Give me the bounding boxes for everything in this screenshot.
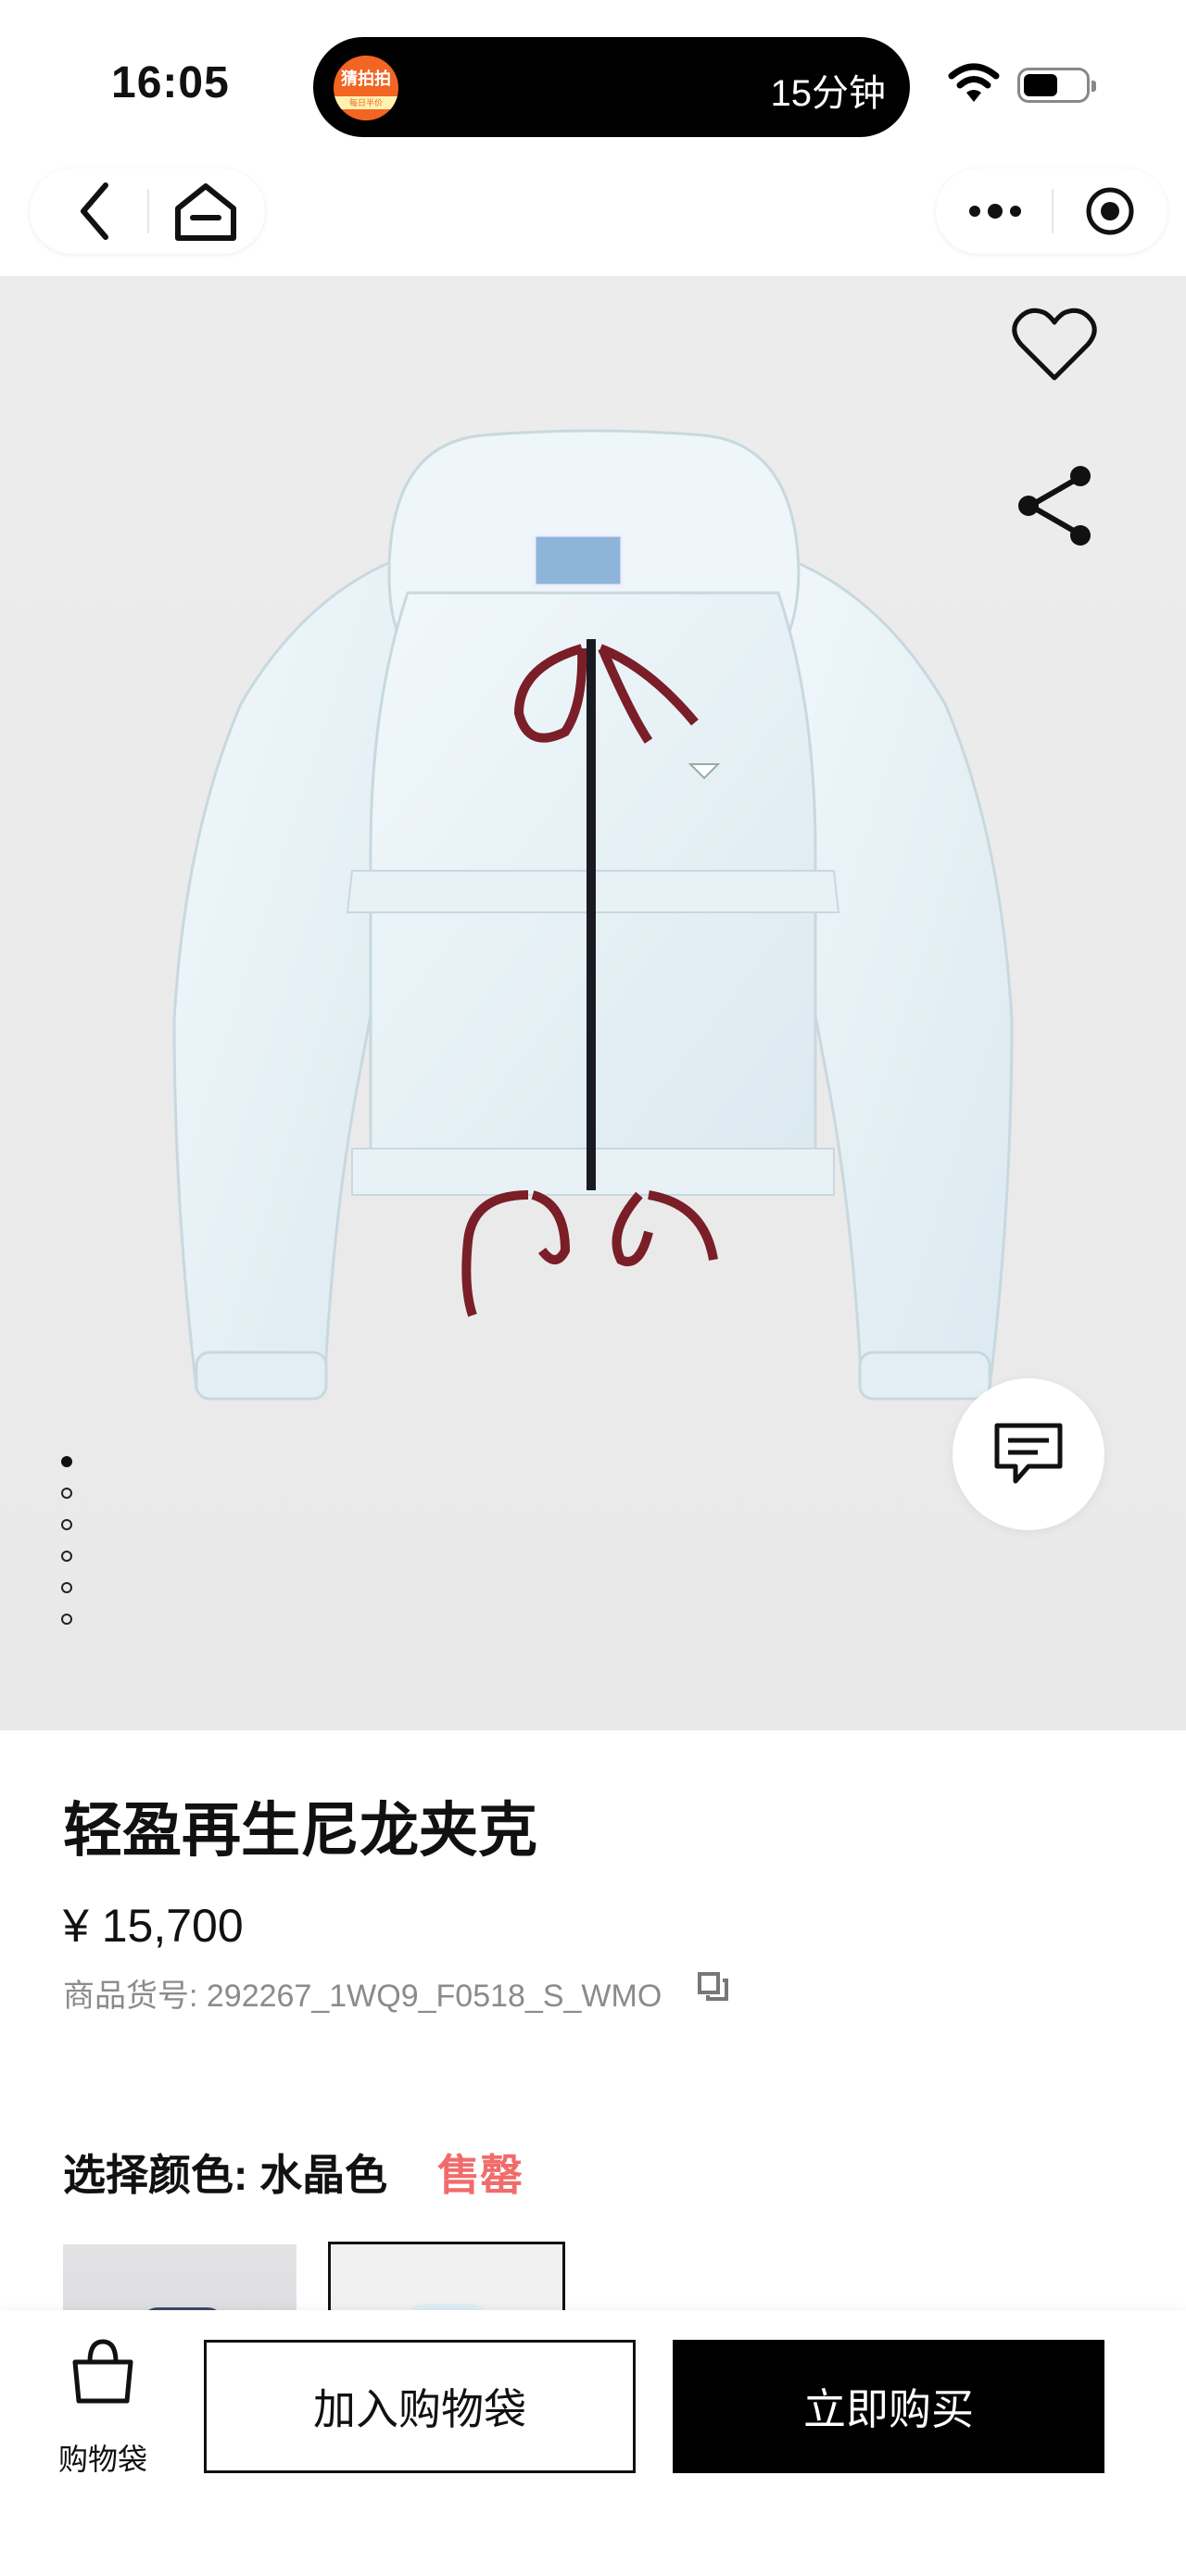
chat-icon [994,1423,1063,1484]
share-button[interactable] [1010,461,1099,555]
status-time: 16:05 [111,58,230,107]
battery-icon [1017,68,1096,103]
sold-out-badge: 售罄 [437,2151,523,2199]
island-timer: 15分钟 [770,73,887,114]
share-icon [1018,466,1091,546]
carousel-dot[interactable] [61,1456,72,1467]
back-icon [81,182,108,240]
carousel-dot[interactable] [61,1519,72,1530]
target-icon [1086,187,1134,235]
more-button[interactable] [949,169,1041,254]
product-sku: 商品货号: 292267_1WQ9_F0518_S_WMO [63,1979,662,2014]
app-logo-subtext: 每日半价 [334,96,398,109]
app-logo: 猜拍拍 每日半价 [334,56,398,120]
customer-service-button[interactable] [953,1378,1104,1530]
shopping-bag-label: 购物袋 [57,2443,147,2476]
color-selector-label: 选择颜色: 水晶色 [63,2151,388,2199]
buy-now-button[interactable]: 立即购买 [673,2340,1104,2473]
app-logo-text: 猜拍拍 [341,69,391,88]
carousel-dot[interactable] [61,1551,72,1562]
nav-capsule-left [30,169,265,254]
heart-icon [1012,308,1097,381]
back-button[interactable] [48,169,141,254]
dynamic-island[interactable]: 猜拍拍 每日半价 15分钟 [313,37,910,137]
favorite-button[interactable] [1010,306,1099,388]
carousel-dot[interactable] [61,1488,72,1499]
more-icon [969,204,1021,219]
status-bar: 16:05 猜拍拍 每日半价 15分钟 [0,0,1186,157]
close-miniprogram-button[interactable] [1064,169,1156,254]
product-title: 轻盈再生尼龙夹克 [63,1797,537,1864]
shopping-bag-icon [72,2339,133,2404]
home-button[interactable] [159,169,252,254]
product-price: ¥ 15,700 [63,1900,244,1952]
copy-icon [698,1972,728,2001]
add-to-bag-button[interactable]: 加入购物袋 [204,2340,636,2473]
wifi-icon [948,63,1000,102]
carousel-dot[interactable] [61,1582,72,1593]
carousel-indicator [61,1456,72,1645]
home-icon [175,183,236,241]
nav-capsule-right [936,169,1167,254]
carousel-dot[interactable] [61,1614,72,1625]
copy-sku-button[interactable] [697,1971,730,2007]
shopping-bag-button[interactable] [54,2336,152,2411]
